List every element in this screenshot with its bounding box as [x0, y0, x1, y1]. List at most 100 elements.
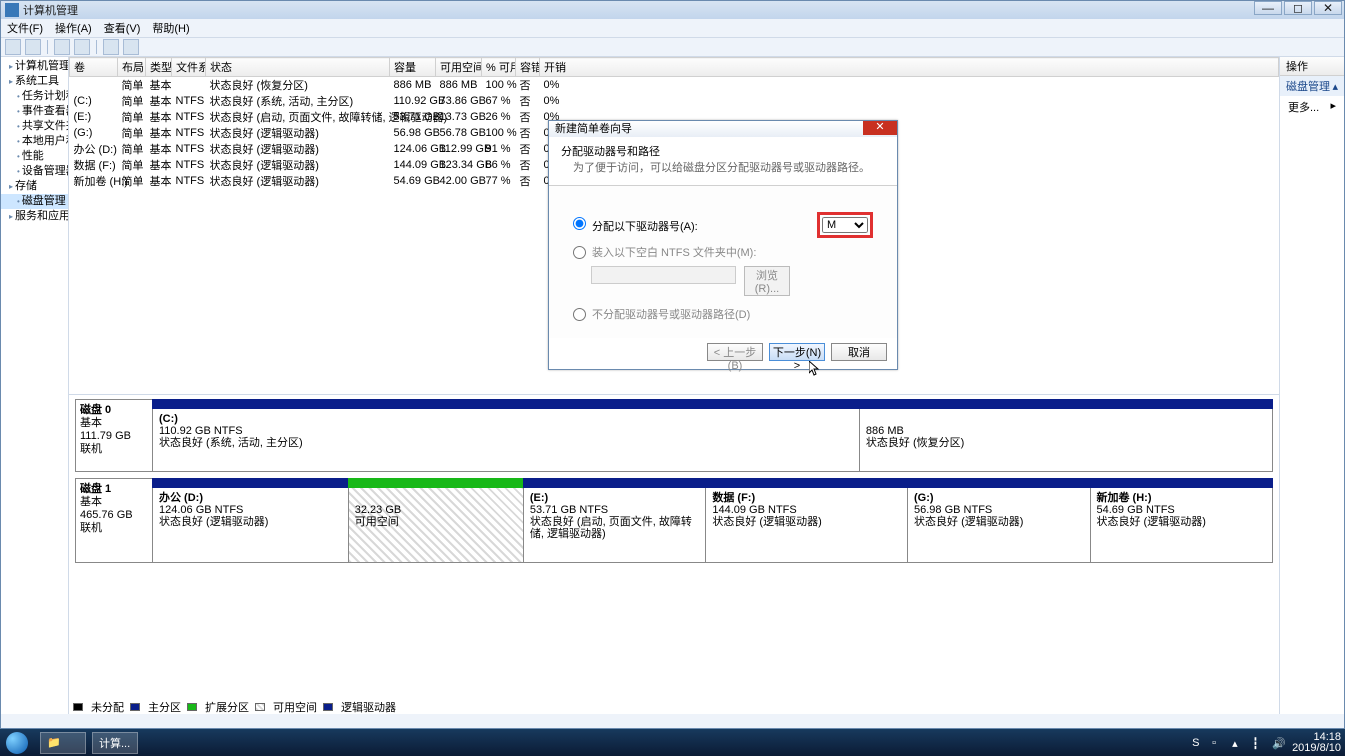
cell-status: 状态良好 (逻辑驱动器) [206, 157, 390, 173]
taskbar[interactable]: 📁 计算... S ▫ ▴ ┇ 🔊 14:18 2019/8/10 [0, 729, 1345, 756]
tray-chevron-up-icon[interactable]: ▴ [1232, 737, 1244, 749]
table-row[interactable]: (C:)简单基本NTFS状态良好 (系统, 活动, 主分区)110.92 GB7… [70, 93, 1279, 109]
cancel-button[interactable]: 取消 [831, 343, 887, 361]
minimize-button[interactable]: — [1254, 1, 1282, 15]
col-overhead[interactable]: 开销 [540, 58, 1279, 77]
part-status: 状态良好 (逻辑驱动器) [159, 516, 268, 528]
tree-services[interactable]: 服务和应用程 [1, 209, 68, 224]
toolbar-list-icon[interactable] [123, 39, 139, 55]
actions-header: 操作 [1280, 57, 1344, 76]
start-button[interactable] [0, 729, 34, 756]
col-volume[interactable]: 卷 [70, 58, 118, 77]
cell-status: 状态良好 (逻辑驱动器) [206, 173, 390, 189]
toolbar-refresh-icon[interactable] [54, 39, 70, 55]
taskbar-item-compmgmt[interactable]: 计算... [92, 732, 138, 754]
toolbar-forward-icon[interactable] [25, 39, 41, 55]
radio-mount-input[interactable] [573, 246, 586, 259]
disk1-part-e[interactable]: (E:) 53.71 GB NTFS 状态良好 (启动, 页面文件, 故障转储,… [523, 479, 705, 562]
cell-layout: 简单 [118, 93, 146, 109]
disk1-info[interactable]: 磁盘 1 基本 465.76 GB 联机 [75, 478, 153, 563]
actions-more[interactable]: 更多... ▸ [1280, 96, 1344, 118]
tree-device-manager[interactable]: 设备管理器 [1, 164, 68, 179]
radio-assign-letter[interactable]: 分配以下驱动器号(A): M [573, 212, 873, 238]
menu-action[interactable]: 操作(A) [55, 20, 92, 36]
system-tray[interactable]: S ▫ ▴ ┇ 🔊 14:18 2019/8/10 [1192, 729, 1341, 756]
toolbar [1, 37, 1344, 57]
toolbar-views-icon[interactable] [103, 39, 119, 55]
tree-performance[interactable]: 性能 [1, 149, 68, 164]
partition-header [859, 399, 1273, 409]
menu-view[interactable]: 查看(V) [104, 20, 141, 36]
legend-primary: 主分区 [148, 699, 181, 714]
tree-storage[interactable]: 存储 [1, 179, 68, 194]
tree-root[interactable]: 计算机管理(本 [1, 59, 68, 74]
legend-extended: 扩展分区 [205, 699, 249, 714]
col-free[interactable]: 可用空间 [436, 58, 482, 77]
col-capacity[interactable]: 容量 [390, 58, 436, 77]
radio-assign-letter-input[interactable] [573, 217, 586, 230]
disk1-part-d[interactable]: 办公 (D:) 124.06 GB NTFS 状态良好 (逻辑驱动器) [153, 479, 348, 562]
radio-assign-label: 分配以下驱动器号(A): [592, 221, 698, 233]
prev-button[interactable]: < 上一步(B) [707, 343, 763, 361]
tray-clock[interactable]: 14:18 2019/8/10 [1292, 732, 1341, 754]
col-filesystem[interactable]: 文件系统 [172, 58, 206, 77]
table-row[interactable]: 简单基本状态良好 (恢复分区)886 MB886 MB100 %否0% [70, 77, 1279, 94]
disk1-part-f[interactable]: 数据 (F:) 144.09 GB NTFS 状态良好 (逻辑驱动器) [705, 479, 907, 562]
tray-date: 2019/8/10 [1292, 743, 1341, 754]
taskbar-item-explorer[interactable]: 📁 [40, 732, 86, 754]
tray-flag-icon[interactable]: ▫ [1212, 737, 1224, 749]
menu-file[interactable]: 文件(F) [7, 20, 43, 36]
titlebar[interactable]: 计算机管理 — ◻ ✕ [1, 1, 1344, 19]
partition-header [907, 478, 1090, 488]
tree-local-users[interactable]: 本地用户和 [1, 134, 68, 149]
tray-volume-icon[interactable]: 🔊 [1272, 737, 1284, 749]
dialog-titlebar[interactable]: 新建简单卷向导 ✕ [549, 121, 897, 137]
actions-section[interactable]: 磁盘管理 ▴ [1280, 76, 1344, 96]
tree-disk-management[interactable]: 磁盘管理 [1, 194, 68, 209]
tree-task-scheduler[interactable]: 任务计划程 [1, 89, 68, 104]
maximize-button[interactable]: ◻ [1284, 1, 1312, 15]
col-type[interactable]: 类型 [146, 58, 172, 77]
col-status[interactable]: 状态 [206, 58, 390, 77]
col-fault[interactable]: 容错 [516, 58, 540, 77]
disk1-part-free[interactable]: 32.23 GB 可用空间 [348, 479, 523, 562]
actions-section-label: 磁盘管理 [1286, 78, 1330, 94]
disk0-part-recovery[interactable]: 886 MB 状态良好 (恢复分区) [859, 400, 1272, 471]
cell-fs: NTFS [172, 93, 206, 109]
disk0-info[interactable]: 磁盘 0 基本 111.79 GB 联机 [75, 399, 153, 472]
cell-cap: 56.98 GB [390, 125, 436, 141]
dialog-close-button[interactable]: ✕ [863, 121, 897, 135]
drive-letter-select[interactable]: M [822, 217, 868, 233]
tree-shared-folders[interactable]: 共享文件夹 [1, 119, 68, 134]
disk-row-0[interactable]: 磁盘 0 基本 111.79 GB 联机 (C:) 110.92 GB NTFS… [75, 399, 1273, 472]
cell-fault: 否 [516, 173, 540, 189]
disk0-part-c[interactable]: (C:) 110.92 GB NTFS 状态良好 (系统, 活动, 主分区) [153, 400, 859, 471]
radio-mount-folder[interactable]: 装入以下空白 NTFS 文件夹中(M): [573, 244, 873, 260]
tray-sogou-icon[interactable]: S [1192, 737, 1204, 749]
tree-system-tools[interactable]: 系统工具 [1, 74, 68, 89]
close-button[interactable]: ✕ [1314, 1, 1342, 15]
browse-button: 浏览(R)... [744, 266, 790, 296]
col-percent[interactable]: % 可用 [482, 58, 516, 77]
disk1-part-h[interactable]: 新加卷 (H:) 54.69 GB NTFS 状态良好 (逻辑驱动器) [1090, 479, 1272, 562]
toolbar-back-icon[interactable] [5, 39, 21, 55]
next-button[interactable]: 下一步(N) > [769, 343, 825, 361]
radio-no-assign[interactable]: 不分配驱动器号或驱动器路径(D) [573, 306, 873, 322]
part-title: (G:) [914, 492, 934, 504]
partition-header [348, 478, 524, 488]
chevron-up-icon[interactable]: ▴ [1332, 80, 1338, 93]
disk0-type: 基本 [80, 417, 102, 429]
disk-row-1[interactable]: 磁盘 1 基本 465.76 GB 联机 办公 (D:) 124.06 GB N… [75, 478, 1273, 563]
col-layout[interactable]: 布局 [118, 58, 146, 77]
menu-help[interactable]: 帮助(H) [152, 20, 189, 36]
toolbar-help-icon[interactable] [74, 39, 90, 55]
tray-network-icon[interactable]: ┇ [1252, 737, 1264, 749]
part-size: 56.98 GB NTFS [914, 504, 992, 516]
tree-event-viewer[interactable]: 事件查看器 [1, 104, 68, 119]
disk1-part-g[interactable]: (G:) 56.98 GB NTFS 状态良好 (逻辑驱动器) [907, 479, 1089, 562]
radio-no-assign-input[interactable] [573, 308, 586, 321]
dialog-heading: 分配驱动器号和路径 [561, 143, 885, 159]
tray-time: 14:18 [1292, 732, 1341, 743]
cell-fs: NTFS [172, 157, 206, 173]
nav-tree[interactable]: 计算机管理(本 系统工具 任务计划程 事件查看器 共享文件夹 本地用户和 性能 … [1, 57, 69, 714]
